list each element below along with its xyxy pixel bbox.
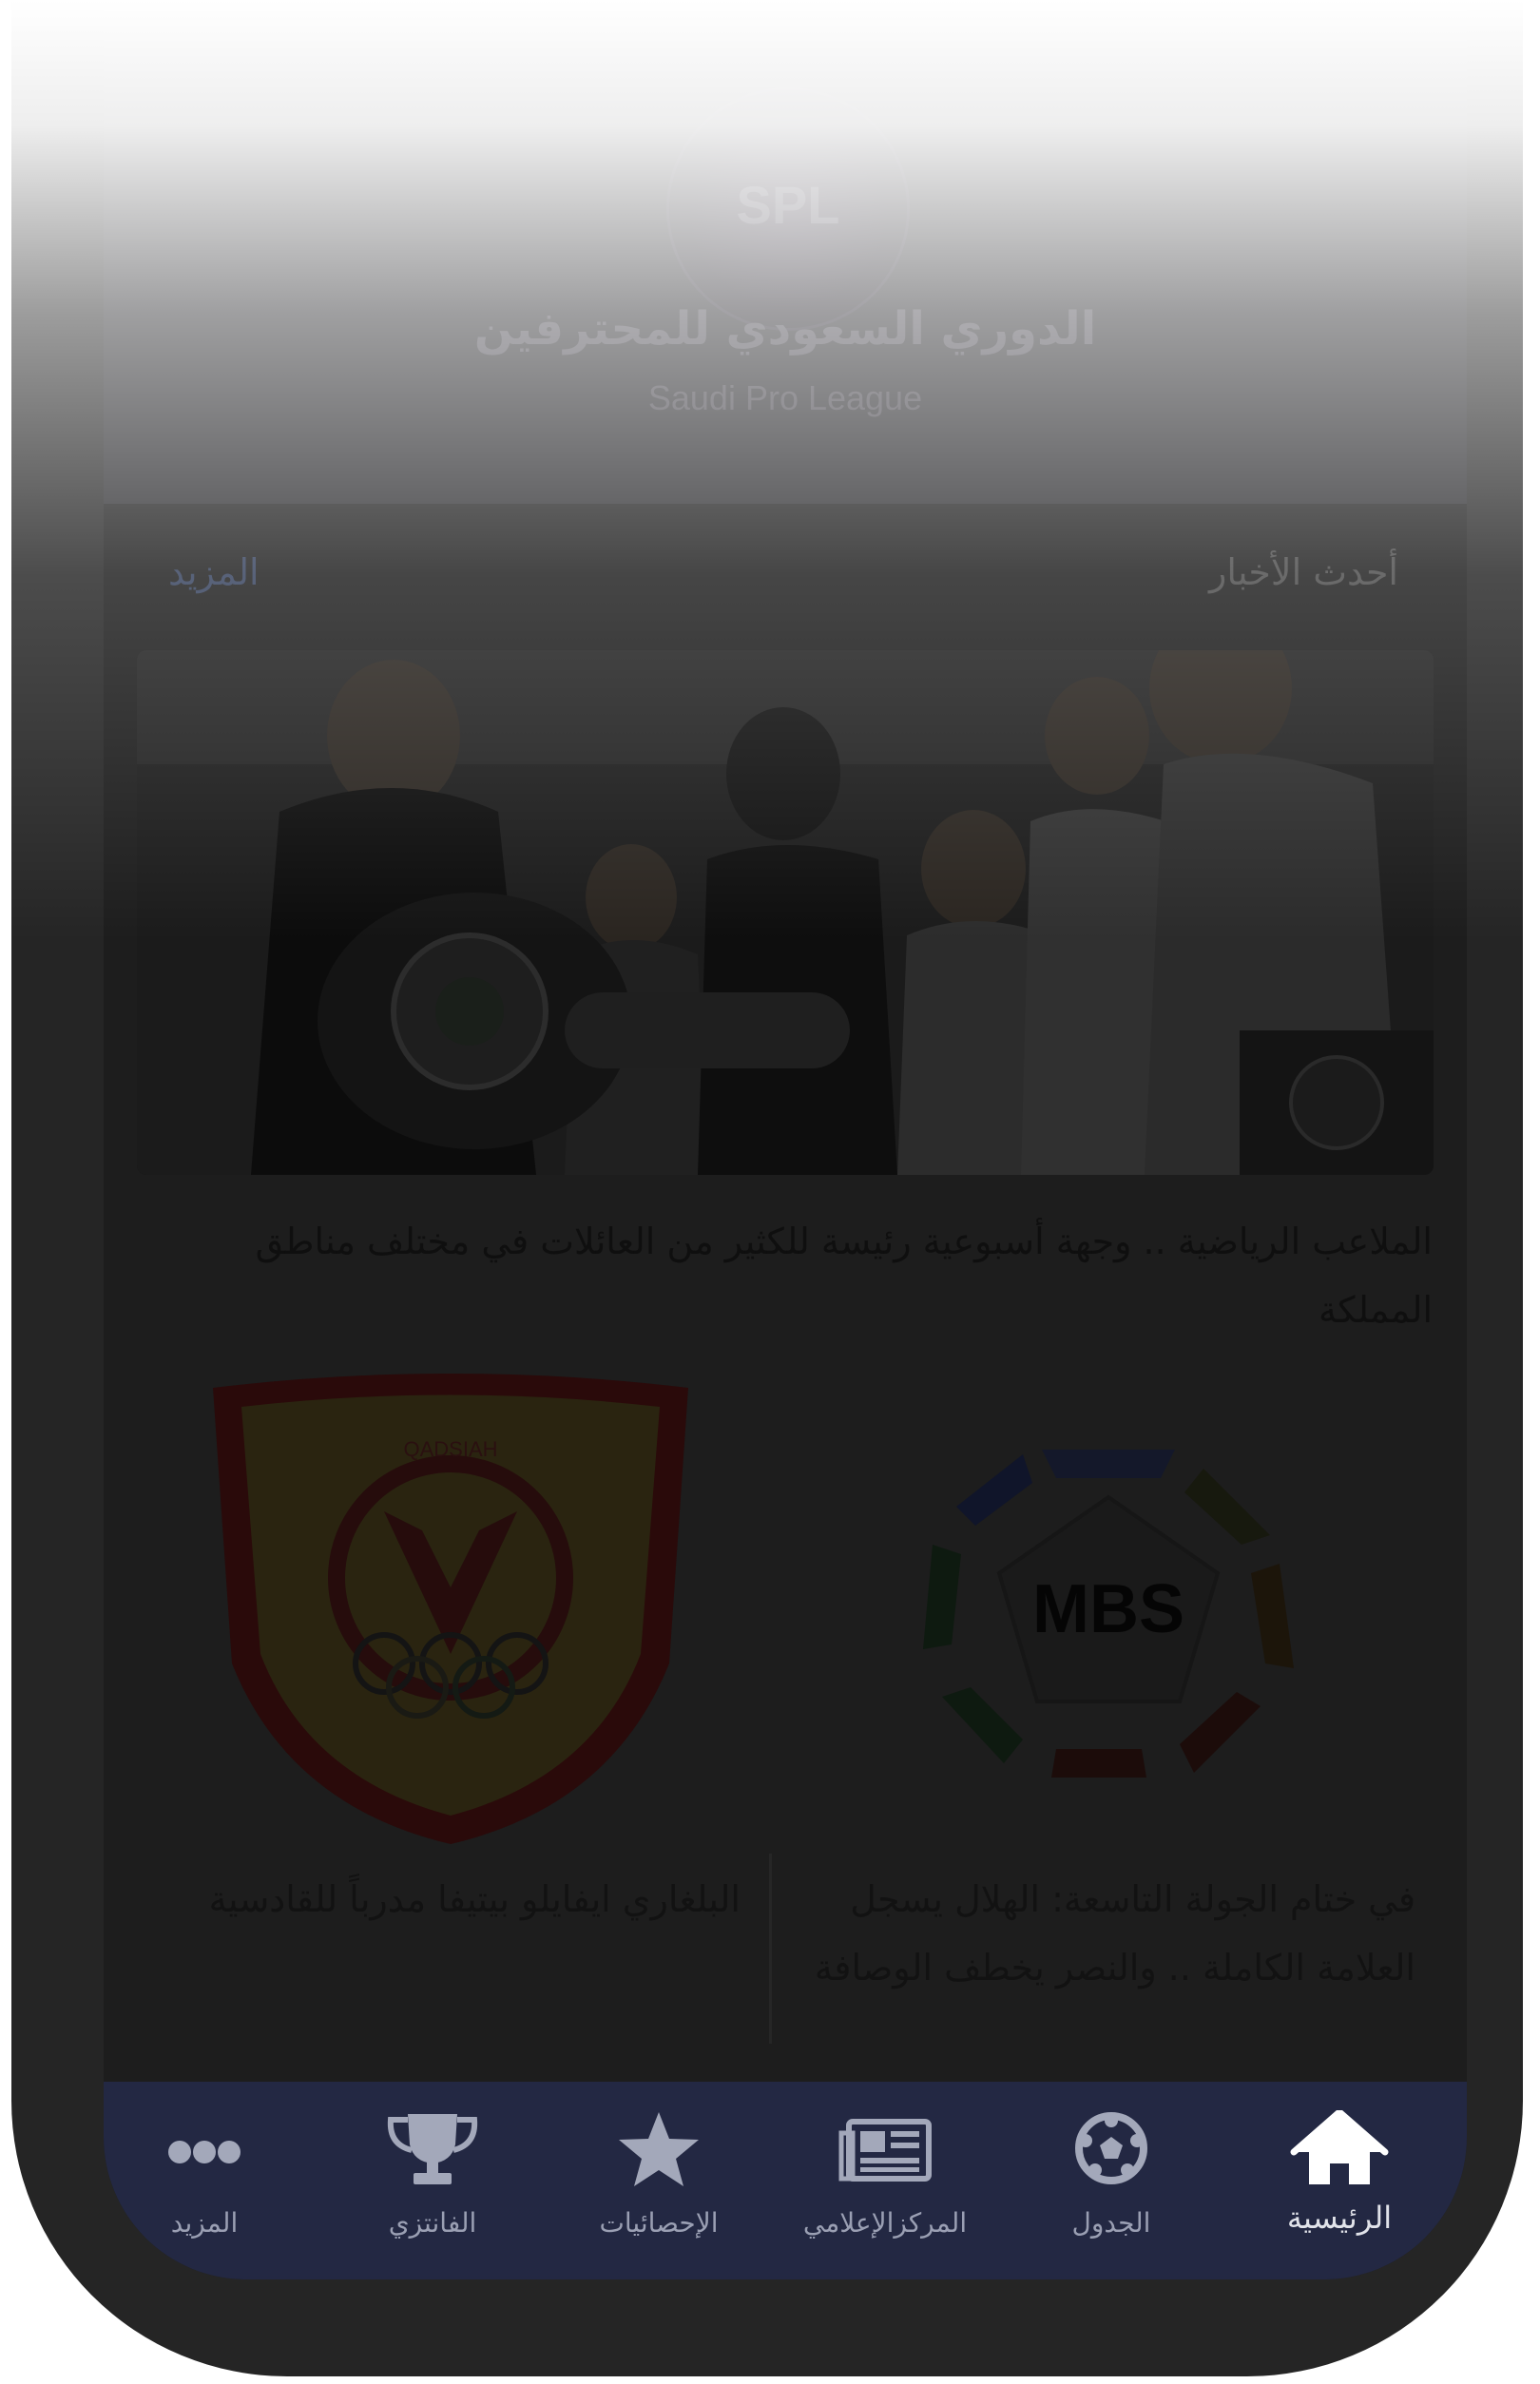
section-title: أحدث الأخبار bbox=[1209, 551, 1398, 593]
news-card-title[interactable]: البلغاري ايفايلو بيتيفا مدرباً للقادسية bbox=[156, 1865, 741, 1933]
nav-item-table[interactable]: الجدول bbox=[1007, 2082, 1216, 2279]
featured-news-title[interactable]: الملاعب الرياضية .. وجهة أسبوعية رئيسة ل… bbox=[246, 1207, 1433, 1344]
more-dots-icon bbox=[104, 2110, 309, 2186]
more-news-link[interactable]: المزيد bbox=[168, 551, 260, 593]
mbs-league-logo: MBS bbox=[923, 1450, 1294, 1778]
family-photo bbox=[137, 650, 1434, 1175]
league-name-english: Saudi Pro League bbox=[647, 378, 923, 417]
phone-power-button bbox=[1500, 190, 1517, 371]
nav-label: المركزالإعلامي bbox=[802, 2207, 968, 2239]
nav-item-fantasy[interactable]: الفانتزي bbox=[328, 2082, 537, 2279]
home-icon bbox=[1235, 2107, 1444, 2186]
spl-logo-text: SPL bbox=[736, 175, 840, 235]
news-card[interactable]: MBS في ختام الجولة التاسعة: الهلال يسجل … bbox=[783, 1369, 1434, 2034]
nav-item-media-center[interactable]: المركزالإعلامي bbox=[780, 2082, 990, 2279]
news-card-title[interactable]: في ختام الجولة التاسعة: الهلال يسجل العل… bbox=[802, 1865, 1415, 2002]
star-icon bbox=[554, 2110, 763, 2186]
latest-news-header: أحدث الأخبار المزيد bbox=[104, 532, 1467, 608]
newspaper-icon bbox=[780, 2110, 990, 2186]
app-header: SPL الدوري السعودي للمحترفين Saudi Pro L… bbox=[104, 0, 1467, 504]
qadsiah-club-logo: QADSIAH bbox=[213, 1374, 688, 1844]
bottom-navigation: الرئيسية الجدول المركزالإعلامي الإحصائيا… bbox=[104, 2082, 1467, 2279]
mbs-logo-text: MBS bbox=[1032, 1571, 1184, 1647]
nav-label: الإحصائيات bbox=[599, 2207, 719, 2239]
nav-item-stats[interactable]: الإحصائيات bbox=[554, 2082, 763, 2279]
league-name-arabic: الدوري السعودي للمحترفين bbox=[473, 302, 1097, 356]
phone-volume-button bbox=[11, 238, 29, 456]
phone-frame: SPL الدوري السعودي للمحترفين Saudi Pro L… bbox=[11, 0, 1523, 2376]
card-divider bbox=[769, 1854, 772, 2044]
news-card-image: MBS bbox=[783, 1369, 1434, 1854]
nav-label: المزيد bbox=[170, 2207, 239, 2239]
nav-label: الجدول bbox=[1071, 2207, 1151, 2239]
app-screen: SPL الدوري السعودي للمحترفين Saudi Pro L… bbox=[104, 0, 1467, 2279]
news-card-image: QADSIAH bbox=[137, 1369, 760, 1854]
nav-item-more[interactable]: المزيد bbox=[104, 2082, 309, 2279]
phone-volume-button bbox=[11, 152, 29, 219]
nav-label: الفانتزي bbox=[388, 2207, 477, 2239]
soccer-ball-icon bbox=[1007, 2110, 1216, 2186]
news-card[interactable]: QADSIAH البلغاري ايفايلو بيتيفا مدرباً ل… bbox=[137, 1369, 760, 2034]
nav-item-home[interactable]: الرئيسية bbox=[1235, 2082, 1444, 2279]
featured-news-image[interactable] bbox=[137, 650, 1434, 1175]
nav-label: الرئيسية bbox=[1286, 2200, 1393, 2236]
qadsiah-logo-text: QADSIAH bbox=[403, 1437, 497, 1461]
spl-logo: SPL bbox=[666, 87, 910, 331]
trophy-icon bbox=[328, 2110, 537, 2186]
